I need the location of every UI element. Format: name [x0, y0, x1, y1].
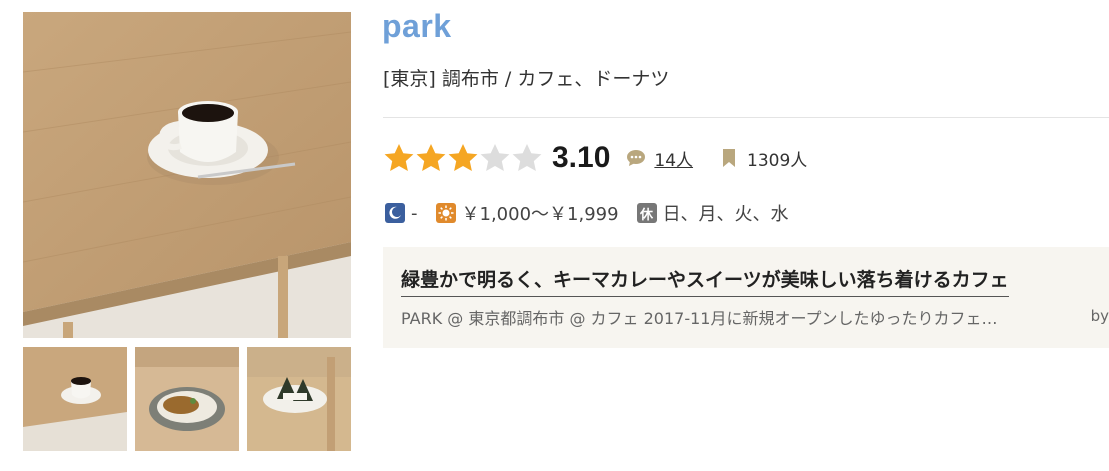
star-empty-icon: [512, 144, 542, 171]
feature-author: by: [1090, 307, 1109, 325]
restaurant-name-link[interactable]: park: [382, 8, 452, 45]
feature-article: 緑豊かで明るく、キーマカレーやスイーツが美味しい落ち着けるカフェ PARK @ …: [383, 247, 1109, 348]
holiday-icon: 休: [636, 203, 657, 223]
feature-excerpt: PARK @ 東京都調布市 @ カフェ 2017-11月に新規オープンしたゆった…: [401, 309, 998, 328]
main-photo[interactable]: [23, 12, 351, 338]
thumbnail-curry[interactable]: [135, 347, 239, 451]
star-empty-icon: [480, 144, 510, 171]
info-row: - ￥1,000～￥1,999 休 日、月、火、水: [385, 200, 807, 226]
sun-icon: [435, 203, 456, 223]
moon-icon: [385, 203, 405, 223]
rating-row: 3.10 14人 1309人: [383, 138, 807, 178]
bookmark-count: 1309人: [747, 150, 808, 171]
area-genre: [東京] 調布市 / カフェ、ドーナツ: [383, 68, 670, 90]
comment-icon: [626, 148, 646, 168]
review-count-link[interactable]: 14人: [654, 146, 693, 171]
restaurant-summary: park [東京] 調布市 / カフェ、ドーナツ 3.10 14人 1309人: [0, 0, 1109, 471]
thumbnail-coffee[interactable]: [23, 347, 127, 451]
star-filled-icon: [416, 144, 446, 171]
star-filled-icon: [384, 144, 414, 171]
rating-score: 3.10: [552, 141, 611, 174]
holidays: 日、月、火、水: [662, 204, 789, 225]
bookmark-icon: [719, 148, 739, 168]
thumbnail-onigiri[interactable]: [247, 347, 351, 451]
star-filled-icon: [448, 144, 478, 171]
feature-headline-link[interactable]: 緑豊かで明るく、キーマカレーやスイーツが美味しい落ち着けるカフェ: [401, 265, 1009, 297]
dinner-budget: -: [411, 202, 418, 224]
lunch-budget: ￥1,000～￥1,999: [461, 204, 619, 225]
rating-stars: [383, 142, 543, 174]
divider: [383, 117, 1109, 118]
